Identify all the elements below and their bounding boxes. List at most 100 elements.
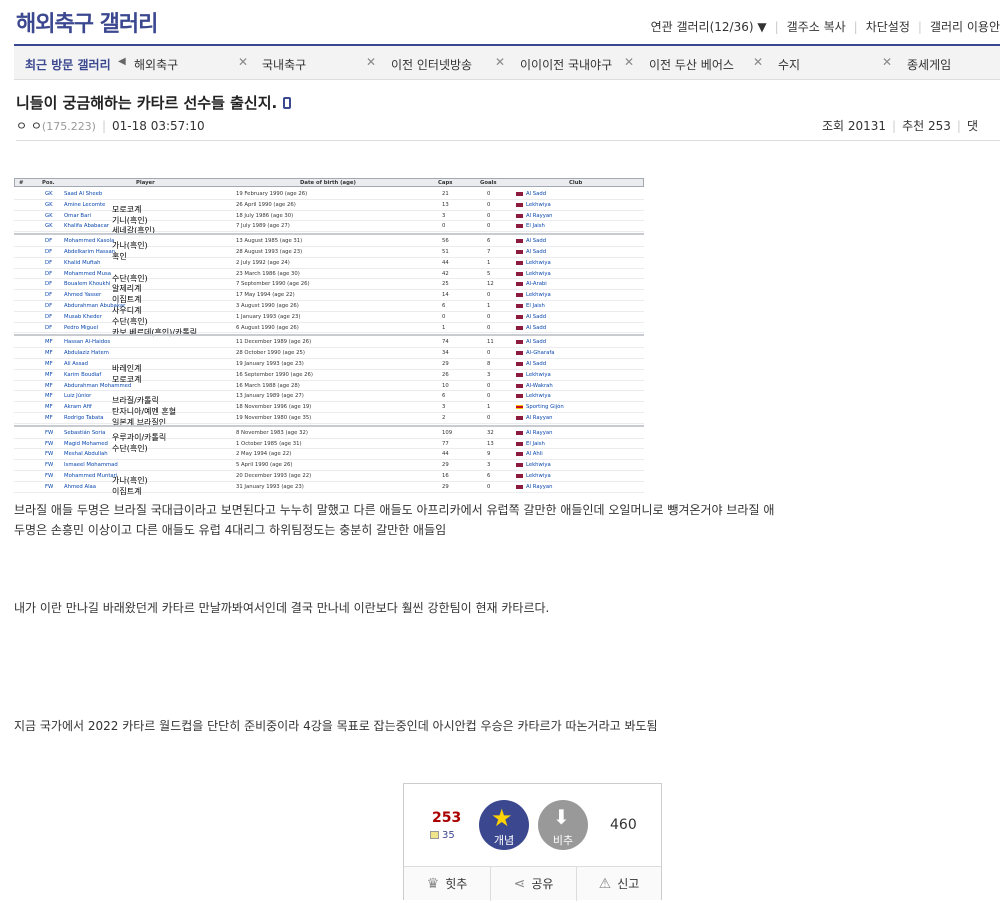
table-cell-goals: 0 <box>487 212 491 219</box>
table-cell-club[interactable]: Al Sadd <box>526 238 546 244</box>
table-cell-player[interactable]: Hassan Al-Haidos <box>64 339 110 345</box>
table-cell-pos: MF <box>45 371 53 378</box>
table-cell-player[interactable]: Khalid Muftah <box>64 260 100 266</box>
share-button[interactable]: ⋖ 공유 <box>490 867 576 901</box>
table-cell-club[interactable]: Lekhwiya <box>526 292 551 298</box>
gallery-title[interactable]: 해외축구 갤러리 <box>16 6 158 38</box>
table-cell-club[interactable]: El Jaish <box>526 303 545 309</box>
table-cell-dob: 1 January 1993 (age 23) <box>236 313 301 320</box>
table-cell-club[interactable]: Lekhwiya <box>526 393 551 399</box>
table-cell-caps: 26 <box>442 371 449 378</box>
recent-item[interactable]: 이이이전 국내야구 <box>520 56 612 73</box>
table-cell-club[interactable]: Al-Gharafa <box>526 350 554 356</box>
recent-item[interactable]: 종세게임 <box>907 56 951 73</box>
block-settings-link[interactable]: 차단설정 <box>866 18 910 35</box>
table-cell-club[interactable]: Al Rayyan <box>526 430 552 436</box>
table-cell-club[interactable]: El Jaish <box>526 441 545 447</box>
table-cell-player[interactable]: Ali Assad <box>64 361 88 367</box>
table-cell-player[interactable]: Omar Bari <box>64 213 91 219</box>
table-row: FW Ahmed Alaa 31 January 1993 (age 23) 29 0 A… <box>14 482 644 496</box>
gallery-usage-link[interactable]: 갤러리 이용안 <box>930 18 1000 35</box>
table-cell-club[interactable]: Al Rayyan <box>526 415 552 421</box>
table-cell-club[interactable]: Al Rayyan <box>526 213 552 219</box>
table-cell-player[interactable]: Abdulaziz Hatem <box>64 350 109 356</box>
close-icon[interactable]: ✕ <box>624 55 634 69</box>
recent-item[interactable]: 수지 <box>778 56 800 73</box>
table-cell-club[interactable]: Al-Wakrah <box>526 383 553 389</box>
table-cell-dob: 2 July 1992 (age 24) <box>236 259 290 266</box>
table-cell-player[interactable]: Meshal Abdullah <box>64 451 108 457</box>
table-cell-pos: MF <box>45 415 53 421</box>
vote-box: 253 35 ★ 개념 ⬇ 비추 460 ♛ 힛추 ⋖ 공유 ⚠ 신고 <box>403 783 662 901</box>
table-cell-club[interactable]: Al Sadd <box>526 249 546 255</box>
table-cell-club[interactable]: Al Sadd <box>526 314 546 320</box>
table-cell-pos: MF <box>45 393 53 400</box>
table-cell-dob: 2 May 1994 (age 22) <box>236 451 292 458</box>
table-cell-dob: 28 October 1990 (age 25) <box>236 350 305 357</box>
table-cell-pos: FW <box>45 483 54 490</box>
table-cell-player[interactable]: Sebastián Soria <box>64 430 105 436</box>
table-cell-club[interactable]: Sporting Gijón <box>526 404 564 410</box>
table-cell-club[interactable]: Al-Arabi <box>526 281 547 287</box>
close-icon[interactable]: ✕ <box>882 55 892 69</box>
table-cell-club[interactable]: Lekhwiya <box>526 260 551 266</box>
author-name[interactable]: ㅇ ㅇ <box>16 119 42 133</box>
table-cell-club[interactable]: Al Rayyan <box>526 484 552 490</box>
table-cell-player[interactable]: Magid Mohamed <box>64 441 108 447</box>
table-cell-club[interactable]: Lekhwiya <box>526 202 551 208</box>
table-cell-pos: FW <box>45 462 54 469</box>
prev-arrow-icon[interactable]: ◀ <box>118 56 126 67</box>
recent-item[interactable]: 이전 인터넷방송 <box>391 56 472 73</box>
fixed-count: 35 <box>430 830 455 841</box>
copy-address-link[interactable]: 갤주소 복사 <box>787 18 846 35</box>
hit-recommend-button[interactable]: ♛ 힛추 <box>404 867 490 901</box>
table-cell-club[interactable]: Al Sadd <box>526 361 546 367</box>
table-cell-club[interactable]: Lekhwiya <box>526 462 551 468</box>
table-cell-player[interactable]: Amine Lecomte <box>64 202 105 208</box>
close-icon[interactable]: ✕ <box>366 55 376 69</box>
siren-icon: ⚠ <box>598 876 612 892</box>
table-cell-club[interactable]: Al Sadd <box>526 191 546 197</box>
table-cell-player[interactable]: Ismaeel Mohammad <box>64 462 118 468</box>
recent-item[interactable]: 해외축구 <box>134 56 178 73</box>
table-cell-player[interactable]: Karim Boudiaf <box>64 372 101 378</box>
table-row: DF Abdurahman Abubakar 3 August 1990 (age … <box>14 301 644 315</box>
table-cell-player[interactable]: Mohammed Kasola <box>64 238 114 244</box>
table-cell-caps: 0 <box>442 313 446 320</box>
table-cell-player[interactable]: Rodrigo Tabata <box>64 415 104 421</box>
table-cell-player[interactable]: Luiz Júnior <box>64 393 91 399</box>
table-cell-club[interactable]: Lekhwiya <box>526 473 551 479</box>
table-cell-club[interactable]: Al Sadd <box>526 339 546 345</box>
table-cell-player[interactable]: Pedro Miguel <box>64 325 98 331</box>
table-cell-caps: 74 <box>442 339 449 346</box>
table-cell-player[interactable]: Akram Afif <box>64 404 92 410</box>
table-row: FW Sebastián Soria 8 November 1983 (age 32… <box>14 428 644 442</box>
table-cell-player[interactable]: Mohammed Muntari <box>64 473 117 479</box>
table-cell-club[interactable]: El Jaish <box>526 223 545 229</box>
table-cell-player[interactable]: Abdurahman Mohammed <box>64 383 131 389</box>
table-cell-player[interactable]: Mohammed Musa <box>64 271 111 277</box>
table-cell-club[interactable]: Lekhwiya <box>526 372 551 378</box>
close-icon[interactable]: ✕ <box>495 55 505 69</box>
close-icon[interactable]: ✕ <box>753 55 763 69</box>
table-cell-player[interactable]: Saad Al Sheeb <box>64 191 102 197</box>
table-cell-club[interactable]: Al Sadd <box>526 325 546 331</box>
table-cell-player[interactable]: Musab Kheder <box>64 314 102 320</box>
upvote-button[interactable]: ★ 개념 <box>479 800 529 850</box>
table-cell-club[interactable]: Al Ahli <box>526 451 543 457</box>
recent-item[interactable]: 이전 두산 베어스 <box>649 56 734 73</box>
downvote-button[interactable]: ⬇ 비추 <box>538 800 588 850</box>
table-cell-pos: MF <box>45 339 53 346</box>
table-cell-player[interactable]: Khalifa Ababacar <box>64 223 109 229</box>
report-button[interactable]: ⚠ 신고 <box>576 867 661 901</box>
table-cell-player[interactable]: Ahmed Alaa <box>64 484 96 490</box>
recent-item[interactable]: 국내축구 <box>262 56 306 73</box>
table-cell-club[interactable]: Lekhwiya <box>526 271 551 277</box>
table-cell-player[interactable]: Ahmed Yasser <box>64 292 101 298</box>
table-cell-goals: 0 <box>487 483 491 490</box>
table-cell-player[interactable]: Abdelkarim Hassan <box>64 249 115 255</box>
related-gallery-link[interactable]: 연관 갤러리(12/36) ▼ <box>651 18 767 35</box>
table-cell-player[interactable]: Boualem Khoukhi <box>64 281 110 287</box>
close-icon[interactable]: ✕ <box>238 55 248 69</box>
post-meta: ㅇ ㅇ(175.223) | 01-18 03:57:10 <box>16 119 205 133</box>
